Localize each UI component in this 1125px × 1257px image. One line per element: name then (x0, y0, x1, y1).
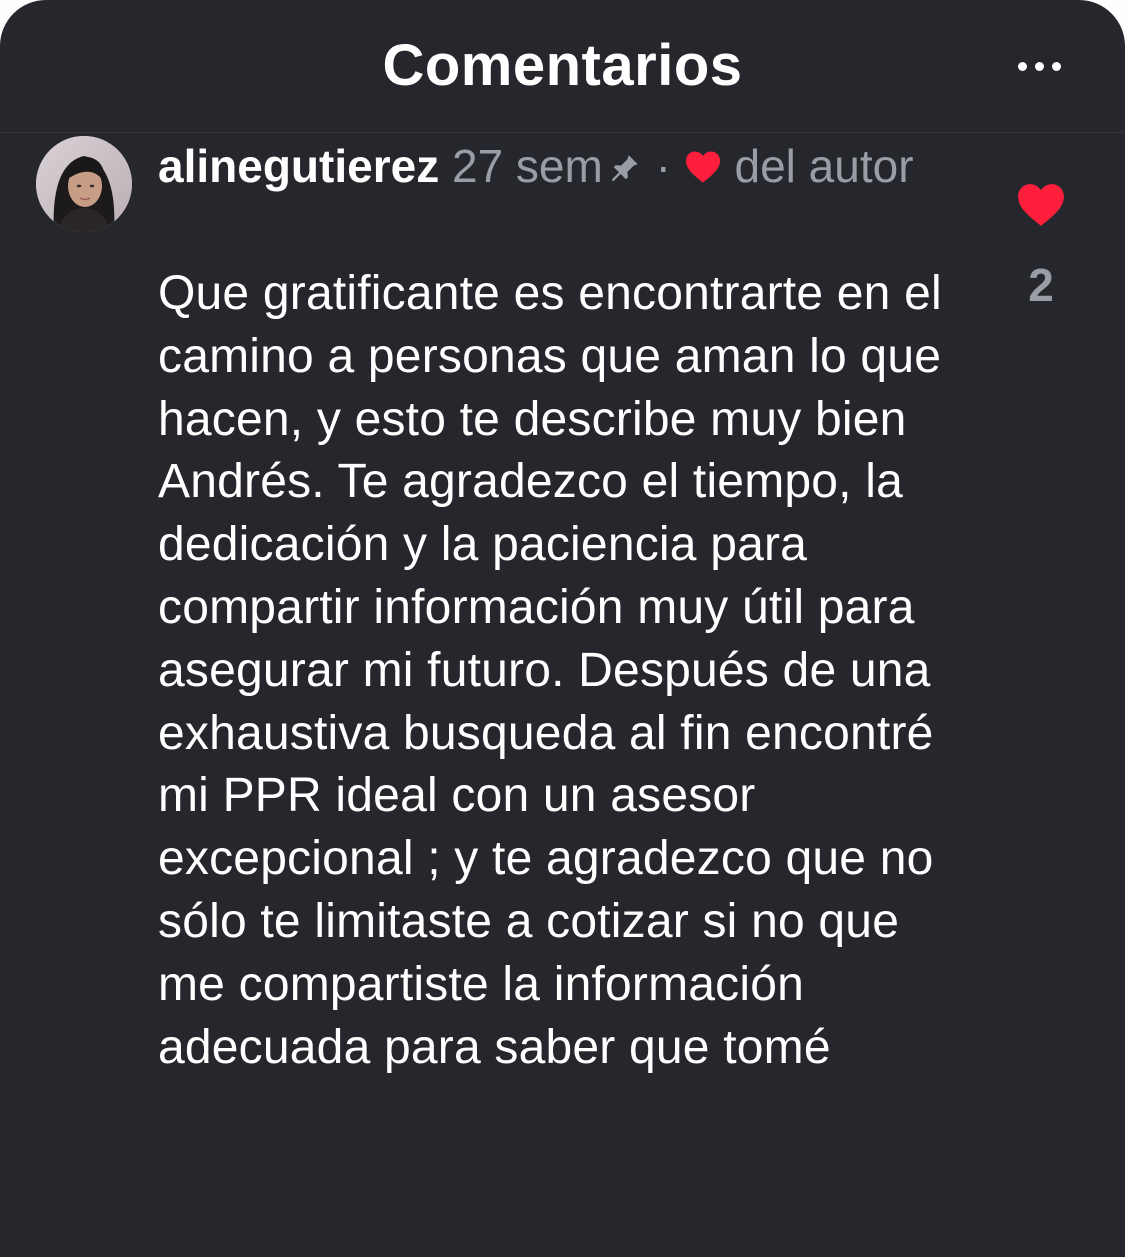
avatar[interactable] (36, 136, 132, 232)
comment-time: 27 sem (451, 140, 603, 192)
comment-username[interactable]: alinegutierez (158, 140, 439, 192)
comment-meta: alinegutierez 27 sem · del autor (158, 138, 918, 195)
more-options-button[interactable] (1004, 44, 1076, 88)
heart-icon (1018, 184, 1064, 226)
comment-text: Que gratificante es encontrarte en el ca… (158, 267, 942, 1074)
more-horizontal-icon (1018, 62, 1027, 71)
pin-icon (611, 155, 638, 182)
like-button[interactable] (1016, 182, 1066, 228)
comments-sheet: Comentarios alinegutierez 27 sem · del a… (0, 0, 1125, 1257)
like-count[interactable]: 2 (1000, 258, 1082, 312)
heart-icon (685, 151, 720, 183)
comments-header: Comentarios (0, 0, 1125, 133)
page-title: Comentarios (382, 33, 743, 98)
meta-separator: · (655, 140, 671, 192)
liked-by-author-label: del autor (734, 140, 914, 192)
